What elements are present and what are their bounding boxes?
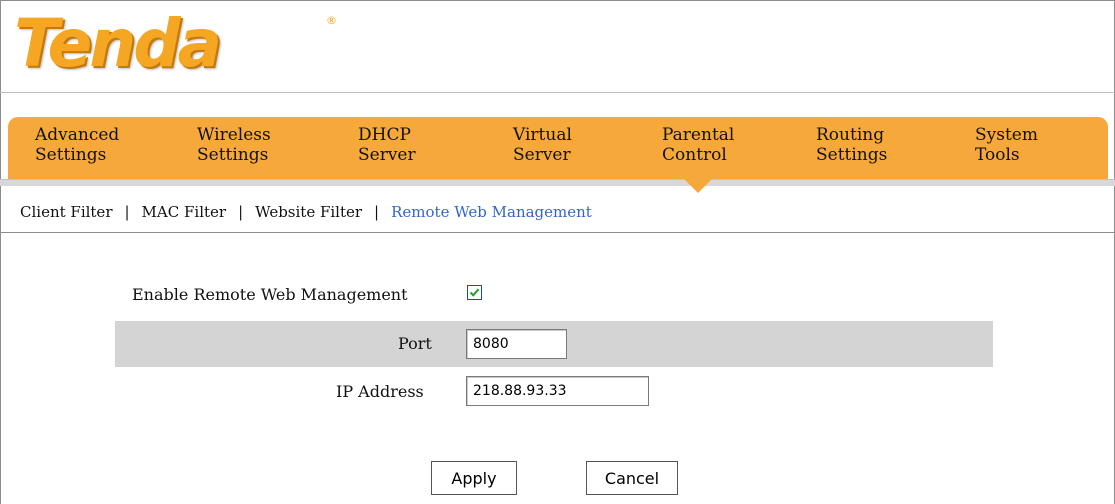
nav-item-line1: Wireless — [197, 125, 271, 145]
ip-address-label: IP Address — [336, 382, 424, 401]
nav-item-line2: Server — [358, 145, 416, 165]
nav-item-line2: Settings — [816, 145, 888, 165]
navbar-underline — [0, 179, 1115, 186]
header-separator — [0, 92, 1115, 93]
nav-advanced-settings[interactable]: Advanced Settings — [35, 125, 155, 165]
content-top-border — [0, 232, 1115, 233]
apply-button[interactable]: Apply — [431, 461, 517, 495]
subnav-website-filter[interactable]: Website Filter — [255, 203, 362, 221]
nav-item-line1: Parental — [662, 125, 735, 145]
nav-item-line1: Virtual — [513, 125, 572, 145]
nav-item-line1: DHCP — [358, 125, 411, 145]
nav-item-line2: Tools — [975, 145, 1020, 165]
nav-parental-control[interactable]: Parental Control — [662, 125, 782, 165]
nav-wireless-settings[interactable]: Wireless Settings — [197, 125, 317, 165]
port-label: Port — [398, 334, 432, 353]
nav-item-line2: Settings — [35, 145, 107, 165]
subnav-separator: | — [374, 203, 380, 221]
enable-remote-checkbox[interactable] — [467, 285, 482, 300]
tenda-logo: Tenda — [14, 5, 222, 82]
nav-dhcp-server[interactable]: DHCP Server — [358, 125, 478, 165]
nav-item-line2: Server — [513, 145, 571, 165]
checkmark-icon — [469, 288, 480, 297]
port-input[interactable] — [466, 329, 567, 359]
subnav-separator: | — [124, 203, 130, 221]
nav-virtual-server[interactable]: Virtual Server — [513, 125, 633, 165]
subnav: Client Filter | MAC Filter | Website Filter |… — [20, 203, 592, 221]
nav-system-tools[interactable]: System Tools — [975, 125, 1095, 165]
subnav-client-filter[interactable]: Client Filter — [20, 203, 112, 221]
subnav-mac-filter[interactable]: MAC Filter — [142, 203, 227, 221]
ip-address-input[interactable] — [466, 376, 649, 406]
nav-item-line2: Settings — [197, 145, 269, 165]
nav-routing-settings[interactable]: Routing Settings — [816, 125, 936, 165]
nav-item-line1: System — [975, 125, 1038, 145]
nav-item-line2: Control — [662, 145, 727, 165]
enable-remote-label: Enable Remote Web Management — [132, 285, 408, 304]
registered-mark: ® — [326, 14, 337, 27]
active-nav-pointer — [684, 179, 712, 193]
nav-item-line1: Advanced — [35, 125, 120, 145]
cancel-button[interactable]: Cancel — [586, 461, 678, 495]
nav-item-line1: Routing — [816, 125, 885, 145]
subnav-remote-web-management[interactable]: Remote Web Management — [391, 203, 592, 221]
subnav-separator: | — [238, 203, 244, 221]
